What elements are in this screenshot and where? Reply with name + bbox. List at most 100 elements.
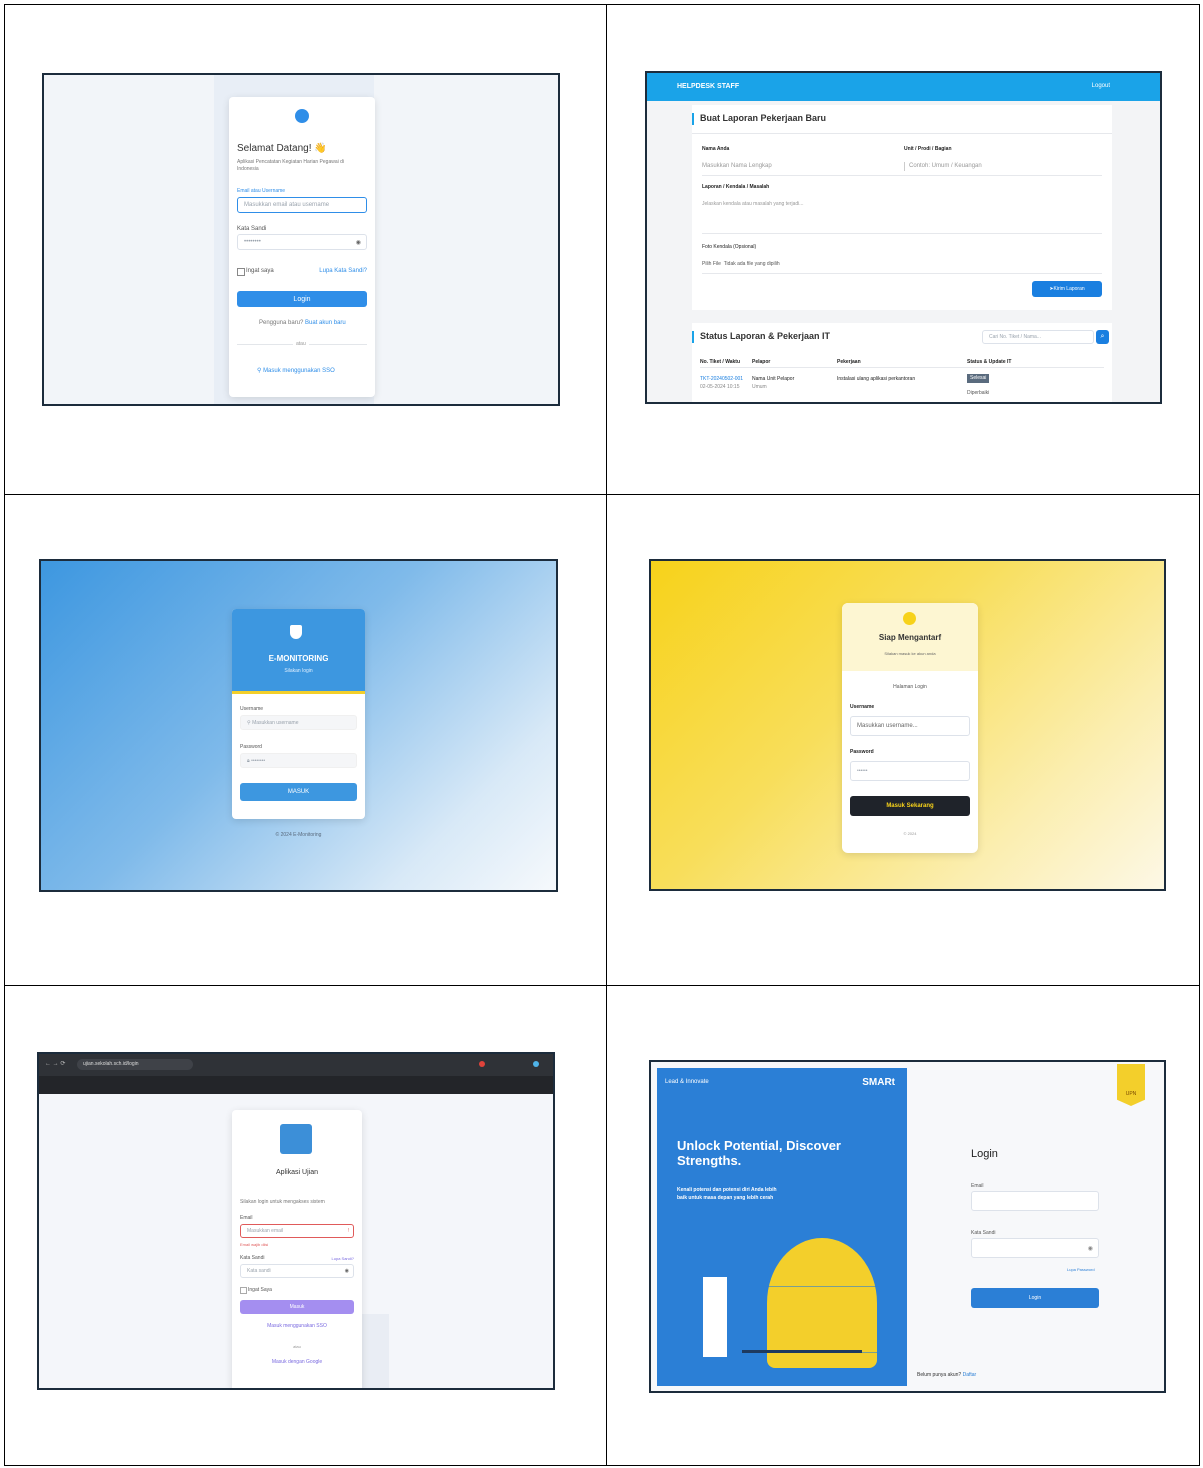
screenshot-login-activity: Selamat Datang! 👋 Aplikasi Pencatatan Ke… — [42, 73, 560, 406]
login-card: Aplikasi Ujian Silakan login untuk menga… — [232, 1110, 362, 1388]
app-title: HELPDESK STAFF — [677, 83, 740, 90]
status-title: Status Laporan & Pekerjaan IT — [700, 331, 831, 341]
screenshot-helpdesk: HELPDESK STAFF Logout Buat Laporan Peker… — [645, 71, 1162, 404]
or-text: atau — [293, 340, 309, 349]
unit-input[interactable]: Contoh: Umum / Keuangan — [904, 162, 982, 171]
profile-icon[interactable] — [533, 1061, 539, 1067]
divider — [702, 175, 1102, 176]
subtitle: Aplikasi Pencatatan Kegiatan Harian Pega… — [237, 159, 345, 172]
choose-file-button[interactable]: Pilih File — [702, 261, 721, 267]
password-placeholder: Kata sandi — [247, 1268, 271, 1274]
forgot-password-link[interactable]: Lupa Password — [1067, 1265, 1095, 1274]
search-icon[interactable]: ⌕ — [1096, 330, 1109, 344]
status-update: Diperbaiki — [967, 390, 990, 396]
forgot-password-link[interactable]: Lupa Kata Sandi? — [319, 267, 367, 276]
reporter-unit: Umum — [752, 384, 767, 390]
eye-icon[interactable]: ◉ — [1088, 1245, 1093, 1252]
file-label: Foto Kendala (Opsional) — [702, 244, 757, 250]
login-card: E-MONITORING Silakan login Username ⚲ Ma… — [232, 609, 365, 819]
badge-text: UPN — [1125, 1091, 1137, 1097]
remember-checkbox[interactable] — [240, 1287, 247, 1294]
bookmarks-bar — [39, 1076, 553, 1094]
password-input[interactable]: •••••• — [850, 761, 970, 781]
card-header: E-MONITORING Silakan login — [232, 609, 365, 691]
username-input[interactable]: Masukkan username... — [850, 716, 970, 736]
app-title: Siap Mengantarf — [878, 633, 942, 642]
password-label: Password — [850, 749, 874, 755]
forgot-password-link[interactable]: Lupa Sandi? — [332, 1254, 354, 1263]
sso-link[interactable]: Masuk menggunakan SSO — [232, 1322, 362, 1331]
screenshot-e-monitoring: E-MONITORING Silakan login Username ⚲ Ma… — [39, 559, 558, 892]
column-header-ticket: No. Tiket / Waktu — [700, 359, 741, 365]
university-badge: UPN — [1117, 1064, 1145, 1106]
column-header-reporter: Pelapor — [752, 359, 771, 365]
hero-headline: Unlock Potential, Discover Strengths. — [677, 1138, 841, 1168]
eye-icon[interactable]: ◉ — [345, 1268, 349, 1274]
login-button[interactable]: Login — [971, 1288, 1099, 1308]
team-illustration — [742, 1286, 894, 1353]
subtitle: Silakan masuk ke akun anda — [884, 651, 936, 656]
unit-label: Unit / Prodi / Bagian — [904, 146, 952, 152]
submit-report-button[interactable]: ➤ Kirim Laporan — [1032, 281, 1102, 297]
section-title: Halaman Login — [893, 684, 927, 690]
password-input[interactable]: Kata sandi ◉ — [240, 1264, 354, 1278]
email-input[interactable] — [971, 1191, 1099, 1211]
create-account-link[interactable]: Buat akun baru — [305, 320, 346, 326]
logo-icon — [295, 109, 309, 123]
email-input[interactable]: Masukkan email atau username — [237, 197, 367, 213]
shield-icon — [290, 625, 302, 639]
description-textarea[interactable]: Jelaskan kendala atau masalah yang terja… — [702, 200, 803, 209]
remember-label: Ingat saya — [246, 268, 274, 274]
filing-cabinet-illustration — [702, 1276, 728, 1358]
new-user-text: Pengguna baru? Buat akun baru — [259, 319, 346, 328]
hero-panel: Lead & Innovate SMARt Unlock Potential, … — [657, 1068, 907, 1386]
header-bar: HELPDESK STAFF Logout — [647, 73, 1160, 101]
grid-divider-vertical — [606, 4, 607, 1466]
password-input[interactable]: 🔒︎ •••••••• — [240, 753, 357, 768]
eye-icon[interactable]: ◉ — [356, 239, 361, 246]
sso-link[interactable]: ⚲ Masuk menggunakan SSO — [257, 367, 335, 376]
name-label: Nama Anda — [702, 146, 730, 152]
login-button[interactable]: Masuk Sekarang — [850, 796, 970, 816]
accent-strip — [232, 691, 365, 694]
password-input[interactable]: •••••••• ◉ — [237, 234, 367, 250]
card-header: Siap Mengantarf Silakan masuk ke akun an… — [842, 603, 978, 671]
title-accent — [692, 113, 694, 125]
extension-icon[interactable] — [479, 1061, 485, 1067]
browser-toolbar: ← → ⟳ ujian.sekolah.sch.id/login — [39, 1054, 553, 1076]
new-user-prefix: Pengguna baru? — [259, 320, 304, 326]
name-input[interactable]: Masukkan Nama Lengkap — [702, 162, 772, 171]
hero-body: Kenali potensi dan potensi diri Anda leb… — [677, 1187, 777, 1201]
user-icon: ⚲ — [247, 719, 251, 726]
file-status-text: Tidak ada file yang dipilih — [723, 261, 780, 267]
intro-text: Silakan login untuk mengakses sistem — [240, 1199, 325, 1205]
username-input[interactable]: ⚲ Masukkan username — [240, 715, 357, 730]
brand-tagline: Lead & Innovate — [665, 1079, 709, 1085]
login-title: Login — [971, 1148, 998, 1160]
logout-link[interactable]: Logout — [1092, 82, 1110, 91]
file-input[interactable]: Pilih File Tidak ada file yang dipilih — [702, 260, 780, 269]
password-placeholder: •••••••• — [244, 239, 261, 245]
register-link[interactable]: Daftar — [963, 1372, 977, 1378]
register-text: Belum punya akun? Daftar — [917, 1371, 976, 1380]
email-label: Email atau Username — [237, 188, 286, 194]
remember-checkbox[interactable] — [237, 268, 245, 276]
exam-logo-icon — [280, 1124, 312, 1154]
address-bar[interactable]: ujian.sekolah.sch.id/login — [77, 1059, 193, 1070]
google-login-link[interactable]: Masuk dengan Google — [232, 1358, 362, 1367]
nav-buttons[interactable]: ← → ⟳ — [45, 1060, 65, 1069]
login-button[interactable]: Masuk — [240, 1300, 354, 1314]
login-button[interactable]: MASUK — [240, 783, 357, 801]
login-button[interactable]: Login — [237, 291, 367, 307]
report-form-card: Buat Laporan Pekerjaan Baru Nama Anda Ma… — [692, 105, 1112, 310]
brand-logo: SMARt — [862, 1077, 895, 1088]
search-input[interactable]: Cari No. Tiket / Nama... — [982, 330, 1094, 344]
password-input[interactable]: ◉ — [971, 1238, 1099, 1258]
description-label: Laporan / Kendala / Masalah — [702, 184, 770, 190]
ticket-time: 02-05-2024 10:15 — [700, 384, 740, 390]
screenshot-exam-app: ← → ⟳ ujian.sekolah.sch.id/login Aplikas… — [37, 1052, 555, 1390]
email-input[interactable]: Masukkan email! — [240, 1224, 354, 1238]
screenshot-smart-login: Lead & Innovate SMARt Unlock Potential, … — [649, 1060, 1166, 1393]
work-description: Instalasi ulang aplikasi perkantoran — [837, 376, 916, 382]
title-accent — [692, 331, 694, 343]
